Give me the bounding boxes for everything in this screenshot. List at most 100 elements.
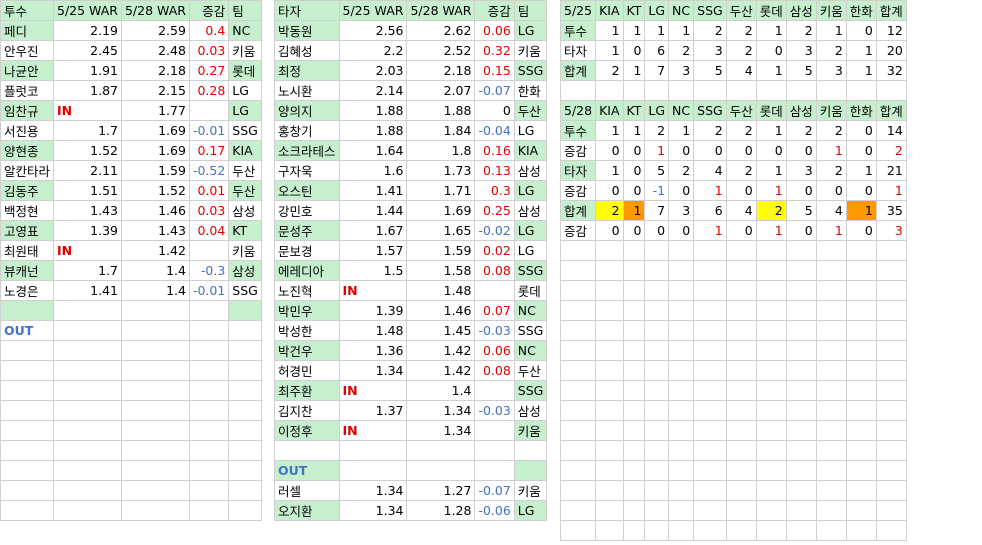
empty-cell[interactable] xyxy=(815,520,847,541)
empty-cell[interactable] xyxy=(644,440,670,461)
table-cell[interactable] xyxy=(188,100,230,121)
table-cell[interactable]: 박동원 xyxy=(274,20,340,41)
empty-cell[interactable] xyxy=(668,340,695,361)
table-cell[interactable]: SSG xyxy=(228,120,262,141)
table-cell[interactable]: SSG xyxy=(513,380,548,401)
empty-cell[interactable] xyxy=(228,380,262,401)
table-cell[interactable]: 2.56 xyxy=(338,20,408,41)
table-cell[interactable]: 1.7 xyxy=(53,120,122,141)
empty-cell[interactable] xyxy=(875,500,907,521)
summary-header-cell[interactable]: 삼성 xyxy=(785,0,817,21)
empty-cell[interactable] xyxy=(595,80,624,101)
table-cell[interactable]: -0.01 xyxy=(188,120,230,141)
empty-cell[interactable] xyxy=(815,340,847,361)
empty-cell[interactable] xyxy=(559,440,597,461)
table-cell[interactable]: 1.69 xyxy=(120,140,190,161)
table-cell[interactable] xyxy=(228,300,262,321)
empty-cell[interactable] xyxy=(815,360,847,381)
table-cell[interactable]: 2.15 xyxy=(120,80,190,101)
empty-cell[interactable] xyxy=(725,500,757,521)
empty-cell[interactable] xyxy=(644,300,670,321)
summary-cell[interactable]: 증감 xyxy=(559,140,597,161)
empty-cell[interactable] xyxy=(845,520,877,541)
table-cell[interactable] xyxy=(120,320,190,341)
summary-cell[interactable]: 1 xyxy=(622,20,646,41)
empty-cell[interactable] xyxy=(120,460,190,481)
summary-cell[interactable]: 4 xyxy=(725,200,757,221)
summary-cell[interactable]: 1 xyxy=(755,60,787,81)
empty-cell[interactable] xyxy=(815,460,847,481)
summary-cell[interactable]: 7 xyxy=(644,60,670,81)
summary-cell[interactable]: 4 xyxy=(725,60,757,81)
summary-header-cell[interactable]: NC xyxy=(668,0,695,21)
table-cell[interactable]: 강민호 xyxy=(274,200,340,221)
summary-cell[interactable]: 21 xyxy=(875,160,907,181)
empty-cell[interactable] xyxy=(725,480,757,501)
empty-cell[interactable] xyxy=(668,480,695,501)
empty-cell[interactable] xyxy=(725,400,757,421)
empty-cell[interactable] xyxy=(622,300,646,321)
empty-cell[interactable] xyxy=(755,80,787,101)
empty-cell[interactable] xyxy=(668,280,695,301)
empty-cell[interactable] xyxy=(228,340,262,361)
table-cell[interactable]: 1.42 xyxy=(406,340,476,361)
empty-cell[interactable] xyxy=(595,380,624,401)
empty-cell[interactable] xyxy=(815,480,847,501)
summary-cell[interactable]: 32 xyxy=(875,60,907,81)
summary-cell[interactable]: 1 xyxy=(693,180,727,201)
empty-cell[interactable] xyxy=(559,320,597,341)
summary-cell[interactable]: 1 xyxy=(668,120,695,141)
empty-cell[interactable] xyxy=(644,480,670,501)
table-cell[interactable]: 노경은 xyxy=(0,280,55,301)
summary-cell[interactable]: 2 xyxy=(755,200,787,221)
summary-cell[interactable]: 3 xyxy=(785,160,817,181)
empty-cell[interactable] xyxy=(755,300,787,321)
summary-cell[interactable]: 0 xyxy=(785,180,817,201)
empty-cell[interactable] xyxy=(644,320,670,341)
table-cell[interactable]: 2.52 xyxy=(406,40,476,61)
table-cell[interactable]: 1.42 xyxy=(406,360,476,381)
summary-cell[interactable]: 0 xyxy=(622,180,646,201)
empty-cell[interactable] xyxy=(559,380,597,401)
summary-cell[interactable]: 2 xyxy=(668,40,695,61)
empty-cell[interactable] xyxy=(845,320,877,341)
summary-cell[interactable]: 1 xyxy=(755,160,787,181)
table-cell[interactable] xyxy=(338,460,408,481)
pitchers-header-cell[interactable]: 증감 xyxy=(188,0,230,21)
table-cell[interactable]: 1.48 xyxy=(406,280,476,301)
empty-cell[interactable] xyxy=(622,400,646,421)
table-cell[interactable] xyxy=(274,440,340,461)
summary-header-cell[interactable]: 두산 xyxy=(725,100,757,121)
summary-cell[interactable]: 5 xyxy=(785,200,817,221)
table-cell[interactable]: 노시환 xyxy=(274,80,340,101)
summary-cell[interactable]: 1 xyxy=(755,180,787,201)
empty-cell[interactable] xyxy=(755,360,787,381)
table-cell[interactable]: 0.07 xyxy=(474,300,515,321)
empty-cell[interactable] xyxy=(644,460,670,481)
summary-cell[interactable]: 3 xyxy=(693,40,727,61)
empty-cell[interactable] xyxy=(622,420,646,441)
empty-cell[interactable] xyxy=(622,380,646,401)
empty-cell[interactable] xyxy=(622,520,646,541)
empty-cell[interactable] xyxy=(120,360,190,381)
table-cell[interactable]: 0.03 xyxy=(188,40,230,61)
empty-cell[interactable] xyxy=(693,260,727,281)
empty-cell[interactable] xyxy=(53,340,122,361)
table-cell[interactable]: 1.46 xyxy=(406,300,476,321)
empty-cell[interactable] xyxy=(228,460,262,481)
empty-cell[interactable] xyxy=(785,380,817,401)
table-cell[interactable]: 뷰캐넌 xyxy=(0,260,55,281)
empty-cell[interactable] xyxy=(785,300,817,321)
empty-cell[interactable] xyxy=(595,240,624,261)
table-cell[interactable]: 1.57 xyxy=(338,240,408,261)
empty-cell[interactable] xyxy=(559,340,597,361)
table-cell[interactable]: 백정현 xyxy=(0,200,55,221)
empty-cell[interactable] xyxy=(785,460,817,481)
summary-cell[interactable]: 0 xyxy=(815,180,847,201)
empty-cell[interactable] xyxy=(228,440,262,461)
summary-cell[interactable]: 1 xyxy=(845,60,877,81)
empty-cell[interactable] xyxy=(875,260,907,281)
empty-cell[interactable] xyxy=(668,320,695,341)
empty-cell[interactable] xyxy=(693,440,727,461)
table-cell[interactable] xyxy=(120,300,190,321)
